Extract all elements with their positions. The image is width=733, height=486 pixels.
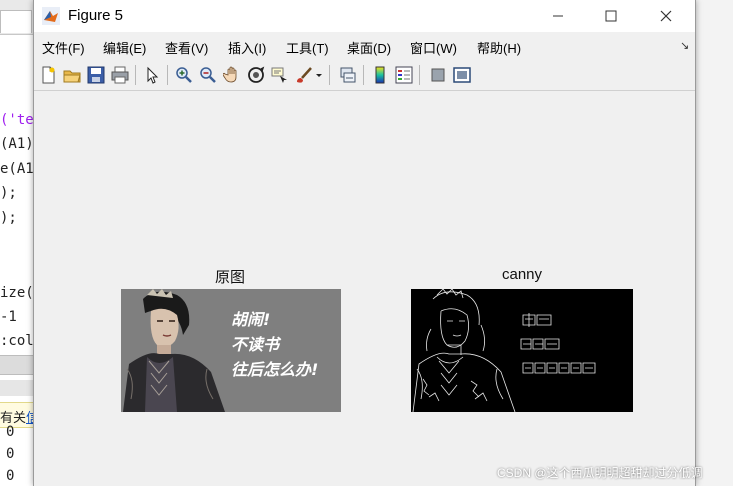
caption-line: 不读书 [231, 335, 280, 354]
close-button[interactable] [643, 0, 689, 32]
maximize-button[interactable] [588, 0, 634, 32]
hide-plot-tools-button[interactable] [427, 64, 449, 86]
figure-canvas: 原图 胡闹! 不读书 往后怎么办! canny [34, 91, 695, 486]
toolbar-separator [419, 65, 420, 85]
pan-hand-icon [223, 66, 237, 83]
edge-map [412, 289, 596, 412]
matlab-logo-icon [42, 7, 60, 25]
code-line: -1 [0, 309, 17, 325]
figure-window: Figure 5 文件(F) 编辑(E) 查看(V) 插入(I) 工具(T) 桌… [33, 0, 696, 486]
toolbar-separator [135, 65, 136, 85]
output-value: 0 [6, 446, 15, 462]
save-icon [87, 66, 105, 84]
output-value: 0 [6, 468, 15, 484]
data-cursor-button[interactable] [269, 64, 291, 86]
code-line: e(A1 [0, 161, 34, 177]
menu-desktop[interactable]: 桌面(D) [347, 38, 391, 57]
toolbar-separator [329, 65, 330, 85]
figure-toolbar [34, 60, 695, 91]
menu-view[interactable]: 查看(V) [165, 38, 208, 57]
legend-button[interactable] [393, 64, 415, 86]
new-figure-icon [42, 66, 55, 84]
menu-edit[interactable]: 编辑(E) [103, 38, 146, 57]
print-icon [111, 66, 129, 84]
chevron-down-icon [316, 74, 322, 77]
rotate-3d-icon [248, 66, 265, 83]
menu-tools[interactable]: 工具(T) [286, 38, 329, 57]
code-line: ); [0, 185, 17, 201]
pointer-icon [147, 66, 159, 84]
zoom-out-button[interactable] [197, 64, 219, 86]
editor-right-area [694, 0, 733, 486]
toolbar-separator [167, 65, 168, 85]
watermark-text: CSDN @这个西瓜明明超甜却过分低调 [497, 466, 703, 480]
menu-bar: 文件(F) 编辑(E) 查看(V) 插入(I) 工具(T) 桌面(D) 窗口(W… [34, 33, 695, 59]
new-figure-button[interactable] [37, 64, 59, 86]
show-plot-tools-button[interactable] [451, 64, 473, 86]
hide-tools-icon [431, 68, 445, 82]
brush-icon [297, 67, 312, 83]
data-cursor-icon [271, 67, 287, 83]
open-button[interactable] [61, 64, 83, 86]
maximize-icon [605, 10, 617, 22]
minimize-icon [553, 15, 563, 17]
menu-file[interactable]: 文件(F) [42, 38, 85, 57]
show-tools-icon [453, 67, 471, 83]
brush-button[interactable] [293, 64, 315, 86]
code-line: ('te [0, 112, 34, 128]
close-icon [660, 10, 672, 22]
axes-title-original: 原图 [214, 269, 245, 286]
link-plot-icon [340, 67, 356, 83]
rotate-3d-button[interactable] [245, 64, 267, 86]
legend-icon [395, 66, 413, 84]
code-line: (A1) [0, 136, 34, 152]
canny-edge-image[interactable] [411, 289, 633, 412]
zoom-out-icon [200, 67, 216, 83]
menu-window[interactable]: 窗口(W) [410, 38, 457, 57]
output-value: 0 [6, 424, 15, 440]
zoom-in-icon [176, 67, 192, 83]
minimize-button[interactable] [535, 0, 581, 32]
save-button[interactable] [85, 64, 107, 86]
code-line: :col [0, 333, 34, 349]
window-title: Figure 5 [68, 7, 124, 24]
link-plot-button[interactable] [337, 64, 359, 86]
zoom-in-button[interactable] [173, 64, 195, 86]
caption-line: 往后怎么办! [231, 360, 319, 379]
axes-title-canny: canny [501, 266, 543, 283]
menu-dock-arrow-icon[interactable]: ↘ [680, 39, 689, 52]
code-line: ize( [0, 285, 34, 301]
menu-insert[interactable]: 插入(I) [228, 38, 266, 57]
editor-tab[interactable] [0, 10, 32, 33]
toolbar-separator [363, 65, 364, 85]
pan-button[interactable] [221, 64, 243, 86]
colorbar-button[interactable] [369, 64, 391, 86]
image-caption: 胡闹! 不读书 往后怎么办! [231, 307, 318, 382]
title-bar[interactable]: Figure 5 [34, 0, 695, 32]
menu-help[interactable]: 帮助(H) [477, 38, 521, 57]
caption-line: 胡闹! [231, 310, 271, 329]
pointer-button[interactable] [141, 64, 163, 86]
print-button[interactable] [109, 64, 131, 86]
original-image[interactable]: 胡闹! 不读书 往后怎么办! [121, 289, 341, 412]
code-line: ); [0, 210, 17, 226]
brush-dropdown[interactable] [313, 64, 325, 86]
colorbar-icon [375, 66, 385, 84]
open-folder-icon [63, 70, 81, 83]
